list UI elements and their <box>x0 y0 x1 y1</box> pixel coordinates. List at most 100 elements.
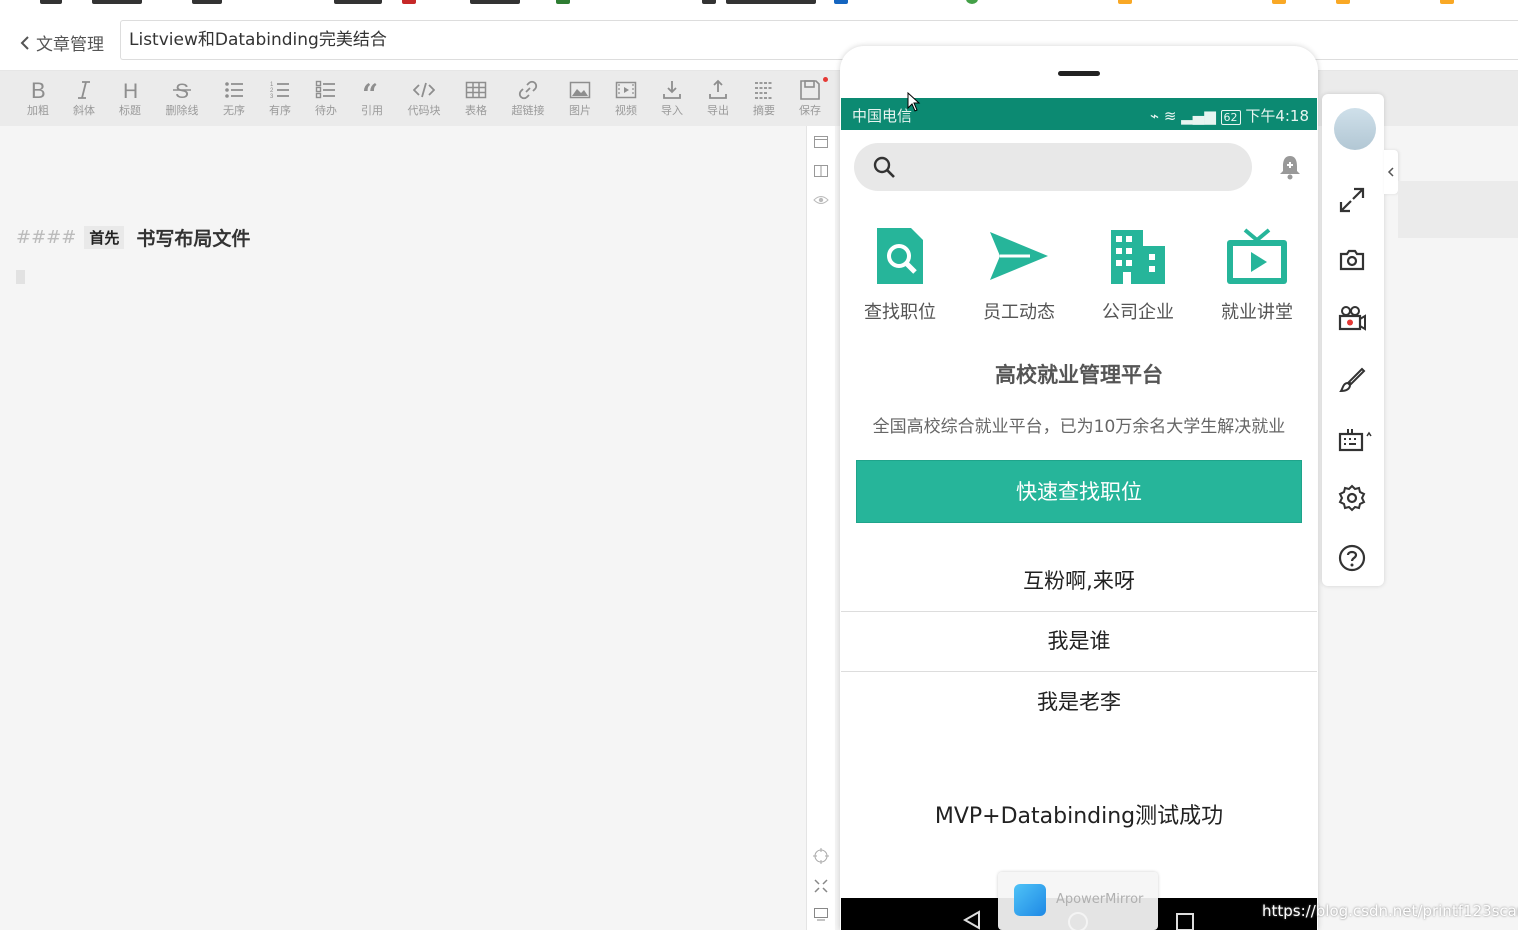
settings-icon[interactable] <box>1338 484 1366 512</box>
strikethrough-button[interactable]: S 删除线 <box>159 79 205 118</box>
hyperlink-button[interactable]: 超链接 <box>505 79 551 118</box>
svg-text:B: B <box>31 79 46 101</box>
notification-bell-icon[interactable] <box>1278 154 1302 180</box>
avatar[interactable] <box>1334 108 1376 150</box>
nav-recents-icon[interactable] <box>1175 912 1195 930</box>
category-career-lectures[interactable]: 就业讲堂 <box>1207 226 1307 324</box>
category-employee-news[interactable]: 员工动态 <box>969 226 1069 324</box>
send-icon <box>990 232 1048 280</box>
help-icon[interactable] <box>1338 544 1366 572</box>
locate-icon[interactable] <box>813 848 829 864</box>
list-item[interactable]: 我是老李 <box>841 672 1317 732</box>
toolbar-label: 引用 <box>361 104 383 117</box>
toolbar-label: 摘要 <box>753 104 775 117</box>
mirror-tool-sidebar <box>1322 94 1384 586</box>
toolbar-label: 代码块 <box>407 104 441 117</box>
svg-text:H: H <box>123 80 138 101</box>
video-icon <box>615 81 637 99</box>
heading-marks: #### <box>16 227 77 248</box>
toolbar-label: 斜体 <box>73 104 95 117</box>
toolbar-label: 图片 <box>569 104 591 117</box>
ordered-list-button[interactable]: 123 有序 <box>257 79 303 118</box>
toolbar-label: 无序 <box>223 104 245 117</box>
import-button[interactable]: 导入 <box>649 79 695 118</box>
toolbar-label: 待办 <box>315 104 337 117</box>
keyboard-icon[interactable] <box>1338 426 1374 454</box>
status-time: 下午4:18 <box>1245 107 1309 125</box>
category-label: 就业讲堂 <box>1221 302 1293 323</box>
search-icon <box>873 156 895 178</box>
apowermirror-label: ApowerMirror <box>1056 892 1144 907</box>
preview-eye-icon[interactable] <box>813 192 829 208</box>
quote-icon: “ <box>362 79 378 101</box>
category-label: 公司企业 <box>1102 302 1174 323</box>
carrier-label: 中国电信 <box>852 107 913 125</box>
category-companies[interactable]: 公司企业 <box>1088 226 1188 324</box>
todo-list-button[interactable]: 待办 <box>303 79 349 118</box>
search-doc-icon <box>877 228 923 284</box>
layout-single-icon[interactable] <box>813 134 829 150</box>
sidebar-collapse-button[interactable] <box>1384 150 1398 194</box>
strikethrough-icon: S <box>173 80 191 101</box>
browser-bookmarks-strip <box>0 0 1518 12</box>
bold-icon: B <box>31 79 46 101</box>
unordered-list-button[interactable]: 无序 <box>211 79 257 118</box>
toolbar-label: 导出 <box>707 104 729 117</box>
battery-level: 62 <box>1220 110 1241 125</box>
tv-icon <box>1227 228 1287 284</box>
test-result-text: MVP+Databinding测试成功 <box>934 804 1224 829</box>
platform-subtitle: 全国高校综合就业平台，已为10万余名大学生解决就业 <box>872 417 1286 437</box>
export-button[interactable]: 导出 <box>695 79 741 118</box>
nav-back-icon[interactable] <box>961 910 983 930</box>
focus-icon[interactable] <box>813 878 829 894</box>
heading-button[interactable]: H 标题 <box>107 79 153 118</box>
toolbar-label: 导入 <box>661 104 683 117</box>
summary-button[interactable]: 摘要 <box>741 79 787 118</box>
link-icon <box>518 80 538 100</box>
fullscreen-icon[interactable] <box>1338 186 1366 214</box>
bullet-list-icon <box>225 82 243 98</box>
screenshot-icon[interactable] <box>1338 246 1366 274</box>
bold-button[interactable]: B 加粗 <box>15 79 61 118</box>
phone-mirror-window: 中国电信 ⌁ ≋ ▂▄▆ 62 下午4:18 查找职位 员工动态 公司企业 就业… <box>840 46 1318 930</box>
toolbar-label: 超链接 <box>511 104 545 117</box>
quick-find-jobs-button[interactable]: 快速查找职位 <box>856 460 1302 523</box>
quote-button[interactable]: “ 引用 <box>349 79 395 118</box>
search-bar[interactable] <box>854 143 1252 191</box>
unsaved-indicator-dot <box>823 77 828 82</box>
video-button[interactable]: 视频 <box>603 79 649 118</box>
summary-icon <box>755 82 773 99</box>
building-icon <box>1111 230 1165 284</box>
csdn-watermark: https://blog.csdn.net/printf123scanf <box>1262 902 1518 920</box>
list-item[interactable]: 我是谁 <box>841 611 1317 672</box>
table-button[interactable]: 表格 <box>453 79 499 118</box>
code-block-button[interactable]: 代码块 <box>401 79 447 118</box>
save-button[interactable]: 保存 <box>787 79 833 118</box>
italic-button[interactable]: 斜体 <box>61 79 107 118</box>
table-icon <box>465 81 487 99</box>
toolbar-label: 加粗 <box>27 104 49 117</box>
image-button[interactable]: 图片 <box>557 79 603 118</box>
chevron-left-icon <box>1387 167 1394 177</box>
record-icon[interactable] <box>1338 304 1366 332</box>
heading-icon: H <box>123 80 138 101</box>
signal-icons: ⌁ ≋ ▂▄▆ <box>1150 107 1221 125</box>
category-label: 查找职位 <box>864 302 936 323</box>
brush-icon[interactable] <box>1338 366 1366 394</box>
back-to-article-management[interactable]: 文章管理 <box>20 30 104 55</box>
image-icon <box>569 81 591 99</box>
monitor-icon[interactable] <box>813 906 829 922</box>
back-label: 文章管理 <box>36 35 104 55</box>
list-item[interactable]: 互粉啊,来呀 <box>841 551 1317 612</box>
toolbar-label: 标题 <box>119 104 141 117</box>
italic-icon <box>78 81 90 99</box>
layout-split-icon[interactable] <box>813 163 829 179</box>
apowermirror-badge: ApowerMirror <box>998 872 1158 930</box>
svg-text:“: “ <box>362 79 378 101</box>
platform-title: 高校就业管理平台 <box>995 363 1163 387</box>
category-find-jobs[interactable]: 查找职位 <box>850 226 950 324</box>
import-icon <box>663 81 681 99</box>
markdown-editor[interactable]: #### 首先 书写布局文件 <box>0 126 806 930</box>
inline-code: 首先 <box>84 226 125 249</box>
drag-handle[interactable] <box>1058 71 1100 76</box>
